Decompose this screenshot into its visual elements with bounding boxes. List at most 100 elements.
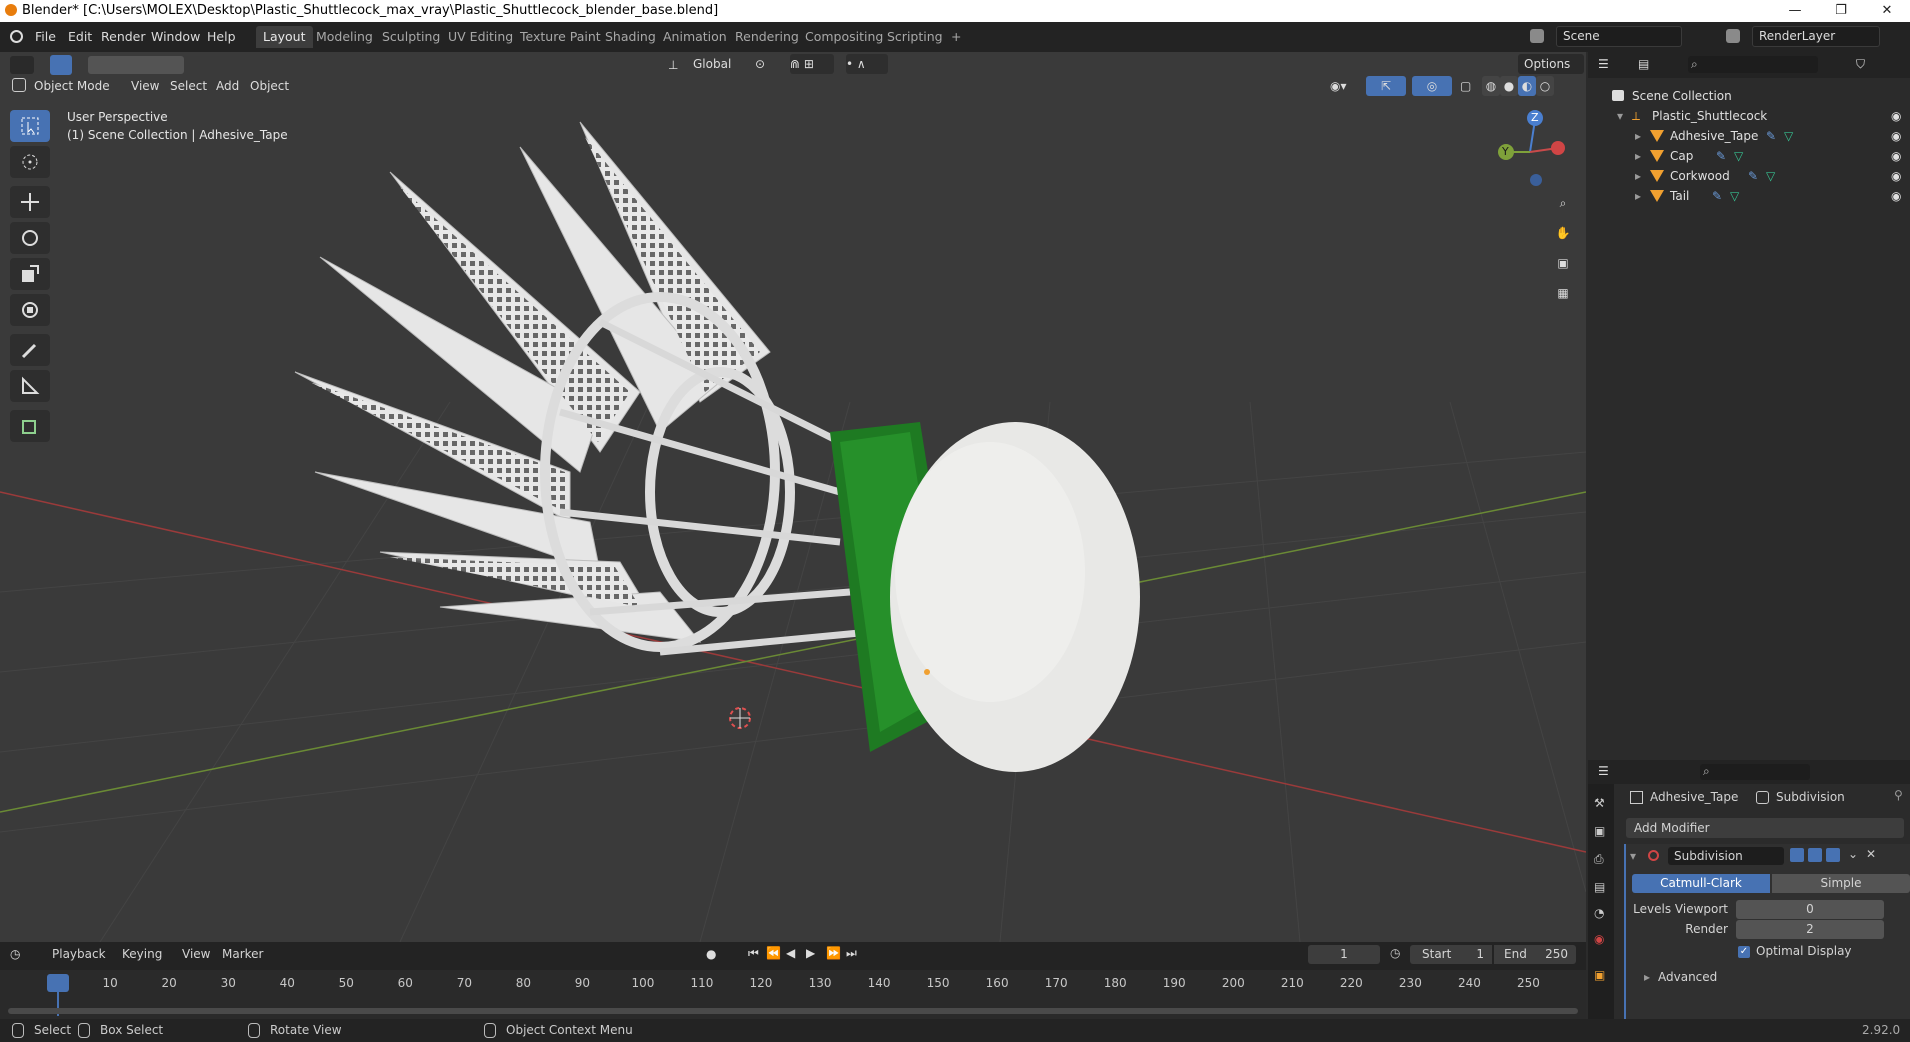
ortho-grid-icon[interactable]: ▦	[1552, 286, 1574, 308]
remove-modifier-icon[interactable]: ✕	[1866, 847, 1876, 861]
transform-orientation-dropdown[interactable]: Global	[690, 54, 743, 74]
visibility-eye-icon[interactable]: ◉	[1891, 146, 1901, 166]
outliner-row-object[interactable]: ▸ Cap ✎ ▽ ◉	[1588, 146, 1910, 166]
outliner-editor-icon[interactable]: ☰	[1598, 57, 1620, 73]
3d-viewport[interactable]: ⊥ Global ⊙ ⋒ ⊞ • ∧ Options Object Mode V…	[0, 52, 1586, 942]
collapse-arrow-icon[interactable]: ▾	[1630, 849, 1636, 863]
modifier-name-field[interactable]: Subdivision	[1668, 847, 1784, 865]
properties-editor-icon[interactable]: ☰	[1598, 764, 1609, 778]
view-layer-tab-icon[interactable]: ▤	[1594, 880, 1605, 894]
tool-cursor[interactable]	[10, 146, 50, 178]
tool-rotate[interactable]	[10, 222, 50, 254]
tab-texture-paint[interactable]: Texture Paint	[513, 26, 608, 48]
overlay-toggle-icon[interactable]: ◎	[1412, 76, 1452, 96]
tool-tab-icon[interactable]: ⚒	[1594, 796, 1605, 810]
output-tab-icon[interactable]: ⎙	[1594, 852, 1604, 867]
menu-file[interactable]: File	[35, 29, 56, 44]
expand-arrow-icon[interactable]: ▾	[1617, 106, 1623, 126]
editmode-toggle-icon[interactable]	[1790, 848, 1804, 862]
display-mode-icon[interactable]: ▤	[1638, 57, 1660, 73]
menu-help[interactable]: Help	[207, 29, 236, 44]
timeline-menu-view[interactable]: View	[182, 947, 210, 961]
outliner-row-object[interactable]: ▸ Tail ✎ ▽ ◉	[1588, 186, 1910, 206]
current-frame-field[interactable]: 1	[1308, 945, 1380, 964]
visibility-eye-icon[interactable]: ◉	[1891, 166, 1901, 186]
visibility-icon[interactable]: ◉▾	[1330, 76, 1358, 96]
tab-uv-editing[interactable]: UV Editing	[441, 26, 520, 48]
tool-select-box[interactable]	[10, 110, 50, 142]
scene-tab-icon[interactable]: ◔	[1594, 906, 1604, 920]
snap-icon[interactable]: ⋒ ⊞	[790, 54, 834, 74]
viewport-menu-view[interactable]: View	[131, 76, 159, 96]
gizmo-toggle-icon[interactable]: ⇱	[1366, 76, 1406, 96]
tab-compositing[interactable]: Compositing	[798, 26, 890, 48]
add-workspace-button[interactable]: +	[944, 26, 968, 48]
levels-viewport-field[interactable]: 0	[1736, 900, 1884, 919]
blender-menu-icon[interactable]	[10, 30, 23, 43]
viewport-menu-add[interactable]: Add	[216, 76, 239, 96]
tab-animation[interactable]: Animation	[656, 26, 734, 48]
menu-render[interactable]: Render	[101, 29, 146, 44]
render-levels-field[interactable]: 2	[1736, 920, 1884, 939]
restore-button[interactable]: ❐	[1818, 0, 1864, 22]
tool-annotate[interactable]	[10, 334, 50, 366]
filter-icon[interactable]: ⛉	[1856, 57, 1865, 72]
timeline-menu-marker[interactable]: Marker	[222, 947, 263, 961]
shading-solid-icon[interactable]: ●	[1500, 76, 1518, 96]
options-dropdown[interactable]: Options	[1518, 54, 1584, 74]
select-tool-icon[interactable]	[50, 55, 72, 75]
properties-search-input[interactable]	[1700, 764, 1810, 780]
outliner-row-scene-collection[interactable]: Scene Collection	[1588, 86, 1910, 106]
tool-scale[interactable]	[10, 258, 50, 290]
shading-rendered-icon[interactable]: ○	[1536, 76, 1554, 96]
minimize-button[interactable]: —	[1772, 0, 1818, 22]
visibility-eye-icon[interactable]: ◉	[1891, 186, 1901, 206]
visibility-eye-icon[interactable]: ◉	[1891, 106, 1901, 126]
render-layer-selector[interactable]: RenderLayer	[1752, 26, 1880, 47]
timeline-menu-playback[interactable]: Playback	[52, 947, 106, 961]
camera-view-icon[interactable]: ▣	[1552, 256, 1574, 278]
playhead-frame-indicator[interactable]	[47, 974, 69, 992]
jump-keyframe-back-icon[interactable]: ⏪	[766, 946, 781, 960]
object-mode-dropdown[interactable]: Object Mode	[34, 76, 116, 96]
end-frame-field[interactable]: End 250	[1494, 945, 1576, 964]
zoom-icon[interactable]: ⌕	[1552, 196, 1574, 218]
tool-add-cube[interactable]	[10, 410, 50, 442]
viewport-menu-object[interactable]: Object	[250, 76, 289, 96]
shading-wireframe-icon[interactable]: ◍	[1482, 76, 1500, 96]
preview-range-icon[interactable]: ◷	[1390, 946, 1400, 960]
add-modifier-dropdown[interactable]: Add Modifier	[1626, 818, 1904, 838]
timeline-menu-keying[interactable]: Keying	[122, 947, 162, 961]
tool-measure[interactable]	[10, 370, 50, 402]
outliner-row-collection[interactable]: ▾ ⟂ Plastic_Shuttlecock ◉	[1588, 106, 1910, 126]
timeline-scrollbar[interactable]	[8, 1008, 1578, 1014]
outliner-search-input[interactable]	[1688, 56, 1818, 73]
render-tab-icon[interactable]: ▣	[1594, 824, 1605, 838]
object-tab-icon[interactable]: ▣	[1594, 968, 1605, 982]
outliner-row-object[interactable]: ▸ Adhesive_Tape ✎ ▽ ◉	[1588, 126, 1910, 146]
selection-mode-group[interactable]	[88, 56, 184, 74]
play-icon[interactable]: ▶	[806, 946, 815, 960]
close-button[interactable]: ✕	[1864, 0, 1910, 22]
pivot-point-icon[interactable]: ⊙	[755, 54, 781, 74]
expand-arrow-icon[interactable]: ▸	[1635, 166, 1641, 186]
jump-start-icon[interactable]: ⏮	[748, 946, 759, 961]
pin-icon[interactable]: ⚲	[1894, 788, 1903, 802]
catmull-clark-button[interactable]: Catmull-Clark	[1632, 874, 1770, 893]
menu-edit[interactable]: Edit	[68, 29, 92, 44]
render-toggle-icon[interactable]	[1826, 848, 1840, 862]
tab-layout[interactable]: Layout	[256, 26, 313, 48]
expand-arrow-icon[interactable]: ▸	[1635, 146, 1641, 166]
viewport-toggle-icon[interactable]	[1808, 848, 1822, 862]
tab-rendering[interactable]: Rendering	[728, 26, 806, 48]
record-keyframe-icon[interactable]: ●	[706, 947, 716, 961]
advanced-expand-icon[interactable]: ▸	[1644, 970, 1650, 984]
tool-move[interactable]	[10, 186, 50, 218]
xray-icon[interactable]: ▢	[1460, 76, 1478, 96]
simple-button[interactable]: Simple	[1772, 874, 1910, 893]
proportional-edit-icon[interactable]: • ∧	[846, 54, 888, 74]
jump-keyframe-forward-icon[interactable]: ⏩	[826, 946, 841, 960]
tab-modeling[interactable]: Modeling	[309, 26, 380, 48]
tab-sculpting[interactable]: Sculpting	[375, 26, 447, 48]
scene-selector[interactable]: Scene	[1556, 26, 1682, 47]
